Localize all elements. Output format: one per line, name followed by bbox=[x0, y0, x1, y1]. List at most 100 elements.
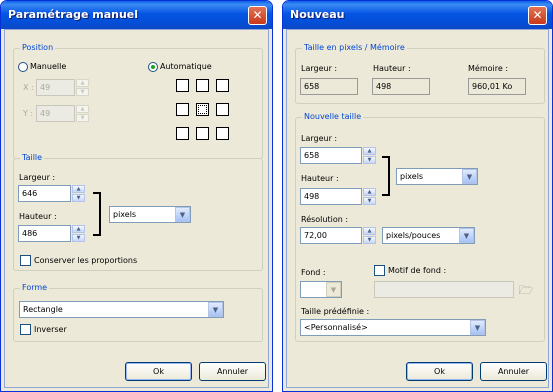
invert-checkbox[interactable] bbox=[20, 324, 31, 335]
resolution-unit-select[interactable]: pixels/pouces ▼ bbox=[382, 227, 475, 244]
new-unit-select[interactable]: pixels ▼ bbox=[396, 168, 478, 185]
new-height-label: Hauteur : bbox=[301, 174, 339, 183]
ok-button[interactable]: Ok bbox=[406, 362, 473, 381]
dialog-title: Paramétrage manuel bbox=[8, 8, 139, 21]
spin-down-icon[interactable]: ▼ bbox=[76, 114, 89, 122]
current-height-label: Hauteur : bbox=[373, 64, 411, 73]
width-input[interactable]: 646 bbox=[18, 185, 71, 202]
height-spinner[interactable]: ▲ ▼ bbox=[72, 225, 85, 242]
dropdown-arrow-icon[interactable]: ▼ bbox=[470, 320, 485, 335]
anchor-bottom-right[interactable] bbox=[216, 127, 229, 140]
folder-open-icon[interactable]: 🗁 bbox=[518, 283, 534, 297]
dialog-body: Position Manuelle Automatique X : 49 ▲ ▼… bbox=[4, 29, 269, 388]
invert-label: Inverser bbox=[34, 325, 67, 334]
pattern-label: Motif de fond : bbox=[388, 266, 447, 275]
position-group-title: Position bbox=[20, 43, 56, 52]
shape-select[interactable]: Rectangle ▼ bbox=[19, 301, 224, 318]
cancel-button[interactable]: Annuler bbox=[480, 362, 547, 381]
preset-select[interactable]: <Personnalisé> ▼ bbox=[300, 319, 486, 336]
height-label: Hauteur : bbox=[19, 212, 57, 221]
pattern-path-input[interactable] bbox=[374, 281, 514, 298]
new-width-spinner[interactable]: ▲ ▼ bbox=[363, 147, 376, 164]
resolution-spinner[interactable]: ▲ ▼ bbox=[363, 227, 376, 244]
new-size-group: Nouvelle taille Largeur : 658 ▲ ▼ Hauteu… bbox=[295, 112, 545, 342]
dropdown-arrow-icon[interactable]: ▼ bbox=[459, 228, 474, 243]
close-button[interactable]: ✕ bbox=[248, 6, 267, 25]
cancel-button[interactable]: Annuler bbox=[199, 362, 266, 381]
spin-up-icon[interactable]: ▲ bbox=[76, 79, 89, 87]
spin-down-icon[interactable]: ▼ bbox=[72, 234, 85, 242]
link-bracket bbox=[382, 156, 390, 196]
new-height-input[interactable]: 498 bbox=[300, 188, 362, 205]
anchor-center[interactable] bbox=[196, 103, 209, 116]
titlebar[interactable]: Nouveau ✕ bbox=[283, 1, 552, 29]
x-spinner[interactable]: ▲ ▼ bbox=[76, 79, 89, 96]
spin-up-icon[interactable]: ▲ bbox=[363, 147, 376, 155]
size-group-title: Taille bbox=[20, 153, 45, 162]
new-unit-select-value: pixels bbox=[400, 172, 424, 181]
automatic-radio[interactable] bbox=[148, 62, 158, 72]
width-label: Largeur : bbox=[19, 173, 56, 182]
position-group: Position Manuelle Automatique X : 49 ▲ ▼… bbox=[13, 43, 263, 159]
automatic-radio-label: Automatique bbox=[160, 62, 212, 71]
anchor-top-right[interactable] bbox=[216, 79, 229, 92]
spin-down-icon[interactable]: ▼ bbox=[363, 156, 376, 164]
close-button[interactable]: ✕ bbox=[528, 6, 547, 25]
resolution-input[interactable]: 72,00 bbox=[300, 227, 362, 244]
current-width-value: 658 bbox=[300, 78, 358, 95]
unit-select[interactable]: pixels ▼ bbox=[109, 206, 191, 223]
preset-label: Taille prédéfinie : bbox=[301, 307, 370, 316]
manual-settings-dialog: Paramétrage manuel ✕ Position Manuelle A… bbox=[0, 0, 273, 392]
new-height-spinner[interactable]: ▲ ▼ bbox=[363, 188, 376, 205]
spin-down-icon[interactable]: ▼ bbox=[363, 197, 376, 205]
background-color-select[interactable]: ▼ bbox=[300, 281, 342, 298]
spin-down-icon[interactable]: ▼ bbox=[72, 194, 85, 202]
spin-up-icon[interactable]: ▲ bbox=[72, 185, 85, 193]
y-spinner[interactable]: ▲ ▼ bbox=[76, 105, 89, 122]
dialog-body: Taille en pixels / Mémoire Largeur : 658… bbox=[286, 29, 549, 388]
anchor-top-left[interactable] bbox=[176, 79, 189, 92]
current-height-value: 498 bbox=[372, 78, 430, 95]
anchor-bottom-center[interactable] bbox=[196, 127, 209, 140]
keep-proportions-checkbox[interactable] bbox=[20, 255, 31, 266]
preset-select-value: <Personnalisé> bbox=[304, 323, 368, 332]
height-input[interactable]: 486 bbox=[18, 225, 71, 242]
manual-radio[interactable] bbox=[18, 62, 28, 72]
resolution-label: Résolution : bbox=[301, 215, 349, 224]
new-size-group-title: Nouvelle taille bbox=[302, 112, 364, 121]
current-size-group-title: Taille en pixels / Mémoire bbox=[302, 43, 407, 52]
titlebar[interactable]: Paramétrage manuel ✕ bbox=[1, 1, 272, 29]
spin-up-icon[interactable]: ▲ bbox=[363, 227, 376, 235]
y-input[interactable]: 49 bbox=[36, 105, 75, 122]
y-label: Y : bbox=[23, 109, 34, 118]
manual-radio-label: Manuelle bbox=[30, 62, 67, 71]
pattern-checkbox[interactable] bbox=[374, 265, 385, 276]
keep-proportions-label: Conserver les proportions bbox=[34, 256, 138, 265]
anchor-bottom-left[interactable] bbox=[176, 127, 189, 140]
dialog-title: Nouveau bbox=[290, 8, 345, 21]
new-width-label: Largeur : bbox=[301, 134, 338, 143]
spin-down-icon[interactable]: ▼ bbox=[76, 88, 89, 96]
ok-button[interactable]: Ok bbox=[125, 362, 192, 381]
dropdown-arrow-icon[interactable]: ▼ bbox=[326, 282, 341, 297]
spin-up-icon[interactable]: ▲ bbox=[363, 188, 376, 196]
new-width-input[interactable]: 658 bbox=[300, 147, 362, 164]
dropdown-arrow-icon[interactable]: ▼ bbox=[175, 207, 190, 222]
spin-up-icon[interactable]: ▲ bbox=[76, 105, 89, 113]
anchor-middle-right[interactable] bbox=[216, 103, 229, 116]
shape-group: Forme Rectangle ▼ Inverser bbox=[13, 283, 263, 342]
link-bracket bbox=[93, 192, 101, 236]
dropdown-arrow-icon[interactable]: ▼ bbox=[208, 302, 223, 317]
shape-select-value: Rectangle bbox=[23, 305, 63, 314]
spin-up-icon[interactable]: ▲ bbox=[72, 225, 85, 233]
current-size-group: Taille en pixels / Mémoire Largeur : 658… bbox=[295, 43, 545, 104]
memory-value: 960,01 Ko bbox=[468, 78, 526, 95]
width-spinner[interactable]: ▲ ▼ bbox=[72, 185, 85, 202]
memory-label: Mémoire : bbox=[468, 64, 509, 73]
x-label: X : bbox=[23, 83, 34, 92]
anchor-top-center[interactable] bbox=[196, 79, 209, 92]
dropdown-arrow-icon[interactable]: ▼ bbox=[462, 169, 477, 184]
anchor-middle-left[interactable] bbox=[176, 103, 189, 116]
spin-down-icon[interactable]: ▼ bbox=[363, 236, 376, 244]
x-input[interactable]: 49 bbox=[36, 79, 75, 96]
